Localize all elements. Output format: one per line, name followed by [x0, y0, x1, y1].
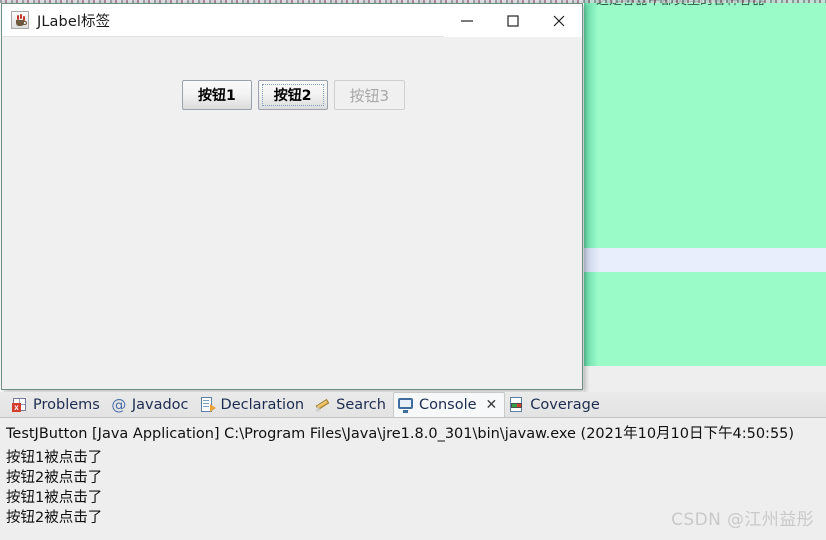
- background-highlight-band: [584, 248, 826, 272]
- close-icon[interactable]: [536, 4, 582, 37]
- search-pencil-icon: [313, 397, 331, 414]
- java-cup-handle: [23, 21, 27, 25]
- tab-coverage[interactable]: Coverage: [505, 392, 606, 417]
- tab-javadoc[interactable]: @ Javadoc: [107, 392, 196, 417]
- jbutton-2[interactable]: 按钮2: [257, 80, 328, 110]
- window-titlebar[interactable]: JLabel标签: [2, 4, 582, 37]
- screenshot-root: 这是容器中部类型的各种容器 JLabel标签 按钮1 按钮2 按钮3 x Pro…: [0, 0, 826, 540]
- console-monitor-icon: [397, 397, 414, 413]
- launch-configuration-line: TestJButton [Java Application] C:\Progra…: [0, 418, 826, 445]
- button-panel: 按钮1 按钮2 按钮3: [182, 80, 406, 110]
- eclipse-bottom-view: x Problems @ Javadoc Declaration Search: [0, 392, 826, 540]
- console-line: 按钮2被点击了: [6, 470, 103, 486]
- window-content-pane: 按钮1 按钮2 按钮3: [2, 37, 582, 389]
- window-controls: [444, 4, 582, 37]
- jbutton-3-disabled: 按钮3: [333, 80, 406, 110]
- tab-console-label: Console: [418, 397, 477, 413]
- declaration-icon: [200, 396, 216, 413]
- tab-search-label: Search: [336, 396, 386, 413]
- javadoc-at-icon: @: [111, 395, 127, 414]
- tab-declaration[interactable]: Declaration: [196, 392, 312, 417]
- tab-search[interactable]: Search: [311, 392, 393, 417]
- tab-problems-label: Problems: [33, 396, 100, 413]
- tab-coverage-label: Coverage: [530, 396, 600, 413]
- java-cup-icon: [11, 11, 29, 29]
- coverage-icon: [509, 396, 525, 413]
- java-app-window: JLabel标签 按钮1 按钮2 按钮3: [1, 3, 583, 390]
- view-tabbar: x Problems @ Javadoc Declaration Search: [0, 392, 826, 418]
- close-icon[interactable]: ✕: [486, 398, 498, 412]
- console-line: 按钮1被点击了: [6, 450, 103, 466]
- jbutton-1[interactable]: 按钮1: [182, 80, 252, 110]
- minimize-icon[interactable]: [444, 4, 490, 37]
- tab-problems[interactable]: x Problems: [8, 392, 107, 417]
- problems-icon: x: [12, 397, 28, 413]
- tab-declaration-label: Declaration: [220, 396, 305, 413]
- background-green-panel: [584, 0, 826, 366]
- watermark: CSDN @江州益彤: [671, 510, 814, 530]
- tab-javadoc-label: Javadoc: [131, 396, 189, 413]
- maximize-icon[interactable]: [490, 4, 536, 37]
- window-title: JLabel标签: [37, 13, 111, 30]
- tab-console[interactable]: Console ✕: [392, 392, 506, 417]
